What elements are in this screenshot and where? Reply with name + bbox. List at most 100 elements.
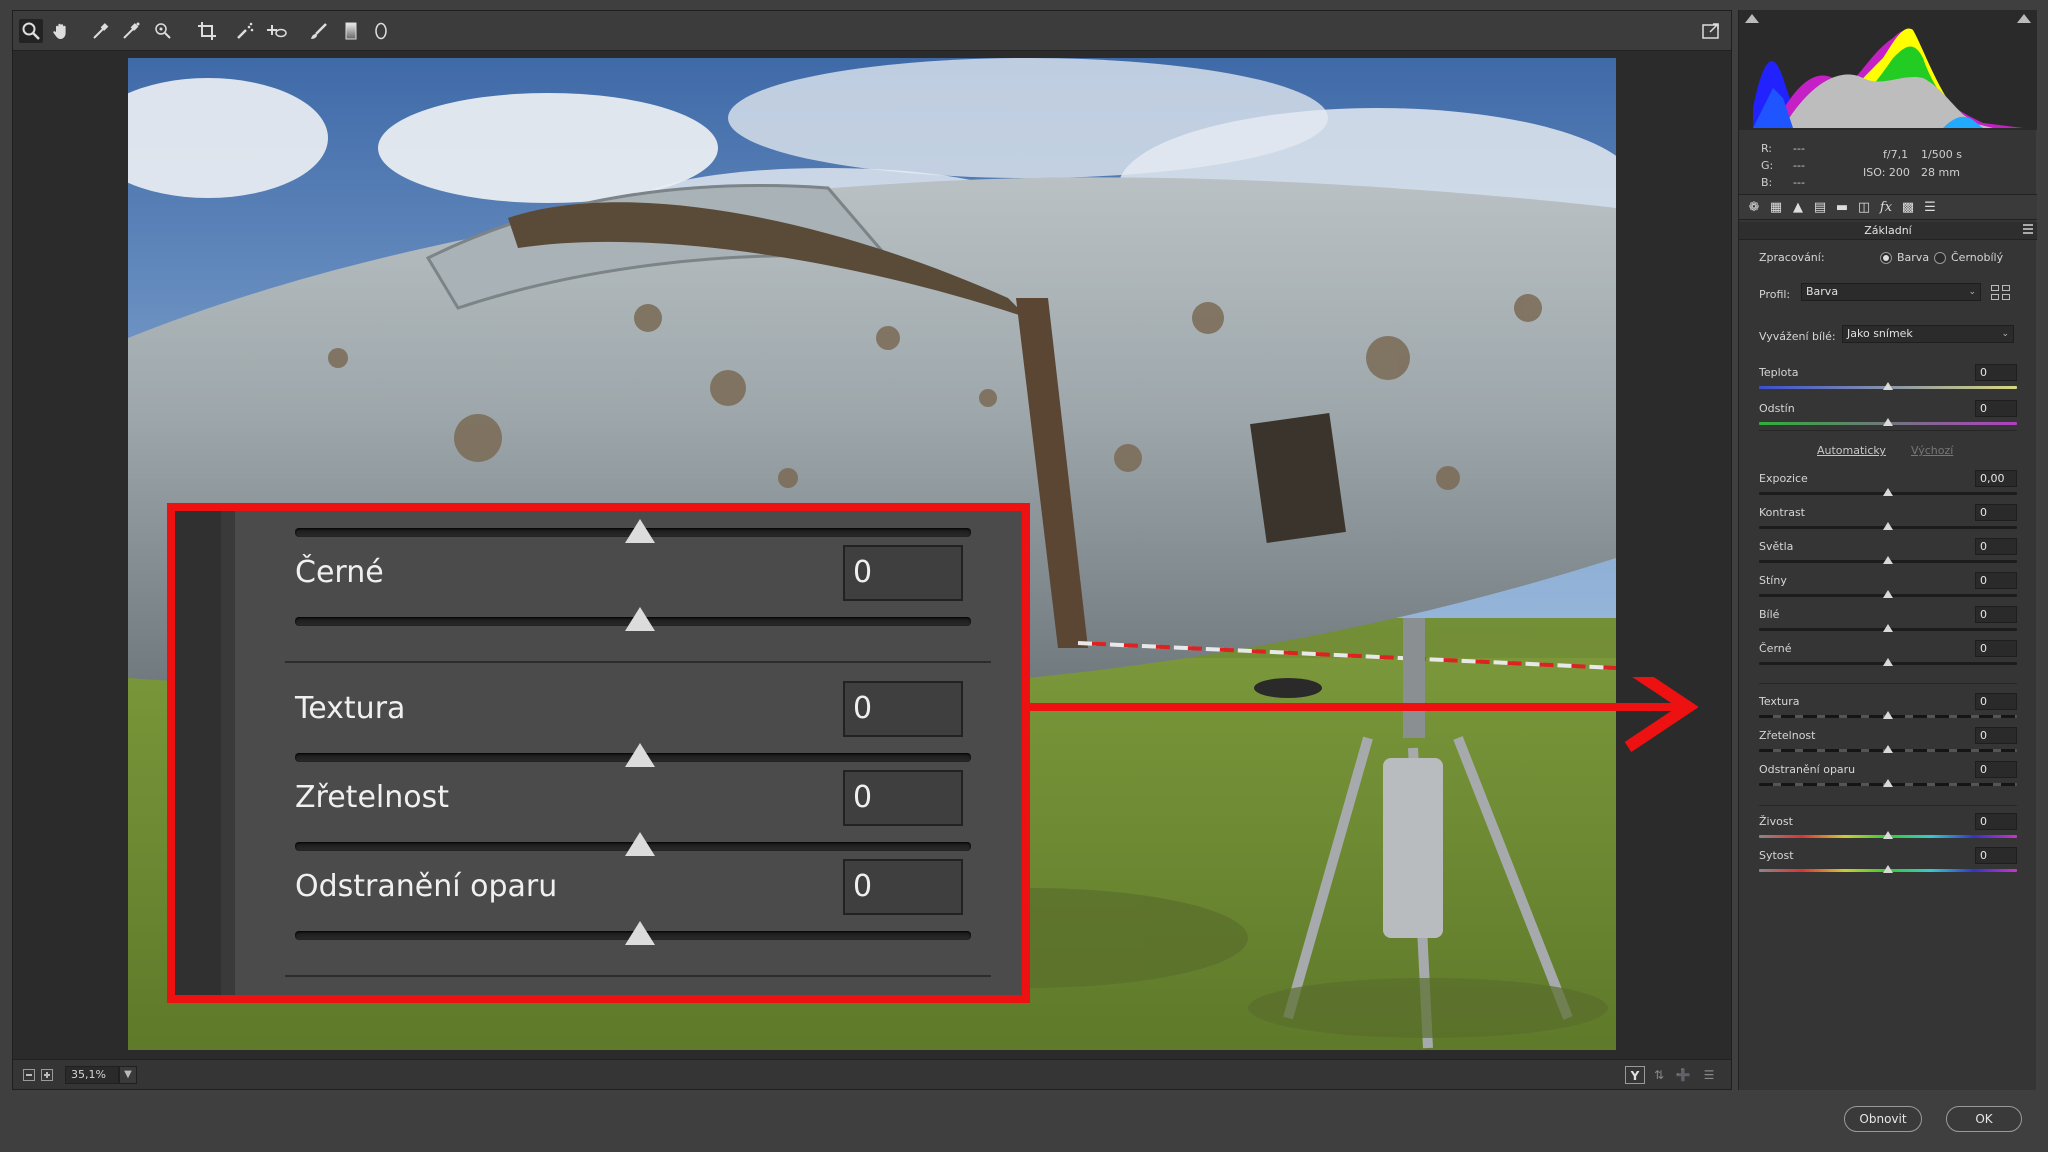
slider-row: Expozice 0,00: [1757, 470, 2019, 506]
slider-row: Teplota 0: [1757, 364, 2019, 400]
slider-value-field[interactable]: 0: [1975, 813, 2017, 830]
slider-label: Teplota: [1759, 366, 1799, 379]
slider-label: Kontrast: [1759, 506, 1805, 519]
processing-bw-radio[interactable]: [1934, 252, 1946, 264]
callout-slider-thumb[interactable]: [625, 921, 655, 945]
toggle-settings-icon[interactable]: ☰: [1699, 1066, 1719, 1084]
profile-select[interactable]: Barva ⌄: [1801, 283, 1981, 301]
slider-row: Bílé 0: [1757, 606, 2019, 642]
callout-divider: [285, 661, 991, 663]
tab-basic-aperture-icon[interactable]: ❁: [1745, 200, 1763, 216]
fullscreen-toggle-icon[interactable]: [1699, 19, 1723, 43]
slider-value-field[interactable]: 0: [1975, 606, 2017, 623]
zoom-out-button[interactable]: [23, 1069, 35, 1081]
tab-calibration-icon[interactable]: ▩: [1899, 200, 1917, 216]
slider-value-field[interactable]: 0: [1975, 847, 2017, 864]
slider-row: Černé 0: [1757, 640, 2019, 676]
slider-thumb[interactable]: [1883, 658, 1893, 666]
profile-browser-grid-icon[interactable]: [1991, 285, 2011, 301]
tab-tone-curve-grid-icon[interactable]: ▦: [1767, 200, 1785, 216]
slider-thumb[interactable]: [1883, 745, 1893, 753]
callout-value-field[interactable]: 0: [843, 859, 963, 915]
slider-thumb[interactable]: [1883, 590, 1893, 598]
spot-removal-icon[interactable]: [233, 19, 257, 43]
slider-value-field[interactable]: 0: [1975, 538, 2017, 555]
panel-menu-icon[interactable]: [2023, 224, 2033, 234]
white-balance-select[interactable]: Jako snímek ⌄: [1842, 325, 2014, 343]
tab-split-toning-icon[interactable]: ▬: [1833, 200, 1851, 216]
zoom-in-button[interactable]: [41, 1069, 53, 1081]
targeted-adjustment-icon[interactable]: [151, 19, 175, 43]
callout-label: Zřetelnost: [295, 780, 449, 815]
zoom-dropdown-chevron-icon[interactable]: ▼: [119, 1066, 137, 1084]
callout-value-field[interactable]: 0: [843, 545, 963, 601]
callout-slider-thumb[interactable]: [625, 607, 655, 631]
callout-label: Černé: [295, 555, 384, 590]
slider-row: Odstranění oparu 0: [1757, 761, 2019, 797]
tab-detail-mountain-icon[interactable]: ▲: [1789, 200, 1807, 216]
copy-settings-icon[interactable]: ➕: [1673, 1066, 1693, 1084]
processing-color-radio[interactable]: [1880, 252, 1892, 264]
graduated-filter-icon[interactable]: [339, 19, 363, 43]
ok-button[interactable]: OK: [1946, 1106, 2022, 1132]
tab-lens-corrections-icon[interactable]: ◫: [1855, 200, 1873, 216]
callout-value-field[interactable]: 0: [843, 681, 963, 737]
zoomed-inset-callout: Černé 0 Textura 0 Zřetelnost 0 Odstraněn…: [167, 503, 1030, 1003]
callout-slider-thumb[interactable]: [625, 743, 655, 767]
tab-hsl-icon[interactable]: ▤: [1811, 200, 1829, 216]
slider-thumb[interactable]: [1883, 831, 1893, 839]
slider-value-field[interactable]: 0: [1975, 640, 2017, 657]
callout-slider-thumb[interactable]: [625, 832, 655, 856]
zoom-icon[interactable]: [19, 19, 43, 43]
auto-link[interactable]: Automaticky: [1817, 444, 1886, 457]
slider-value-field[interactable]: 0: [1975, 572, 2017, 589]
callout-slider-thumb[interactable]: [625, 519, 655, 543]
slider-thumb[interactable]: [1883, 711, 1893, 719]
slider-thumb[interactable]: [1883, 779, 1893, 787]
shutter-speed: 1/500 s: [1921, 148, 1962, 161]
slider-value-field[interactable]: 0: [1975, 364, 2017, 381]
g-value: ---: [1793, 159, 1805, 172]
panel-title: Základní: [1739, 222, 2037, 240]
slider-thumb[interactable]: [1883, 624, 1893, 632]
slider-value-field[interactable]: 0: [1975, 727, 2017, 744]
info-readout: R: --- G: --- B: --- f/7,1 1/500 s ISO: …: [1739, 134, 2037, 192]
slider-label: Stíny: [1759, 574, 1787, 587]
tab-effects-fx-icon[interactable]: fx: [1877, 200, 1895, 216]
white-balance-icon[interactable]: [89, 19, 113, 43]
adjustment-brush-icon[interactable]: [307, 19, 331, 43]
focal-length: 28 mm: [1921, 166, 1960, 179]
slider-thumb[interactable]: [1883, 488, 1893, 496]
red-eye-icon[interactable]: [265, 19, 289, 43]
radial-filter-icon[interactable]: [369, 19, 393, 43]
callout-value-field[interactable]: 0: [843, 770, 963, 826]
slider-value-field[interactable]: 0,00: [1975, 470, 2017, 487]
slider-thumb[interactable]: [1883, 556, 1893, 564]
b-value: ---: [1793, 176, 1805, 189]
slider-thumb[interactable]: [1883, 522, 1893, 530]
callout-label: Odstranění oparu: [295, 869, 558, 904]
slider-row: Světla 0: [1757, 538, 2019, 574]
zoom-level-field[interactable]: 35,1%: [65, 1066, 119, 1084]
slider-thumb[interactable]: [1883, 418, 1893, 426]
slider-label: Textura: [1759, 695, 1800, 708]
before-after-view-button[interactable]: Y: [1625, 1066, 1645, 1084]
default-link[interactable]: Výchozí: [1911, 444, 1953, 457]
slider-thumb[interactable]: [1883, 382, 1893, 390]
slider-row: Stíny 0: [1757, 572, 2019, 608]
slider-thumb[interactable]: [1883, 865, 1893, 873]
slider-value-field[interactable]: 0: [1975, 761, 2017, 778]
processing-label: Zpracování:: [1759, 251, 1825, 264]
slider-value-field[interactable]: 0: [1975, 504, 2017, 521]
panel-divider: [1759, 805, 2017, 806]
white-balance-label: Vyvážení bílé:: [1759, 330, 1836, 343]
reset-button[interactable]: Obnovit: [1844, 1106, 1922, 1132]
crop-icon[interactable]: [195, 19, 219, 43]
slider-value-field[interactable]: 0: [1975, 693, 2017, 710]
swap-settings-icon[interactable]: ⇅: [1649, 1066, 1669, 1084]
color-sampler-icon[interactable]: [119, 19, 143, 43]
tab-presets-icon[interactable]: ☰: [1921, 200, 1939, 216]
hand-icon[interactable]: [49, 19, 73, 43]
slider-row: Textura 0: [1757, 693, 2019, 729]
slider-value-field[interactable]: 0: [1975, 400, 2017, 417]
